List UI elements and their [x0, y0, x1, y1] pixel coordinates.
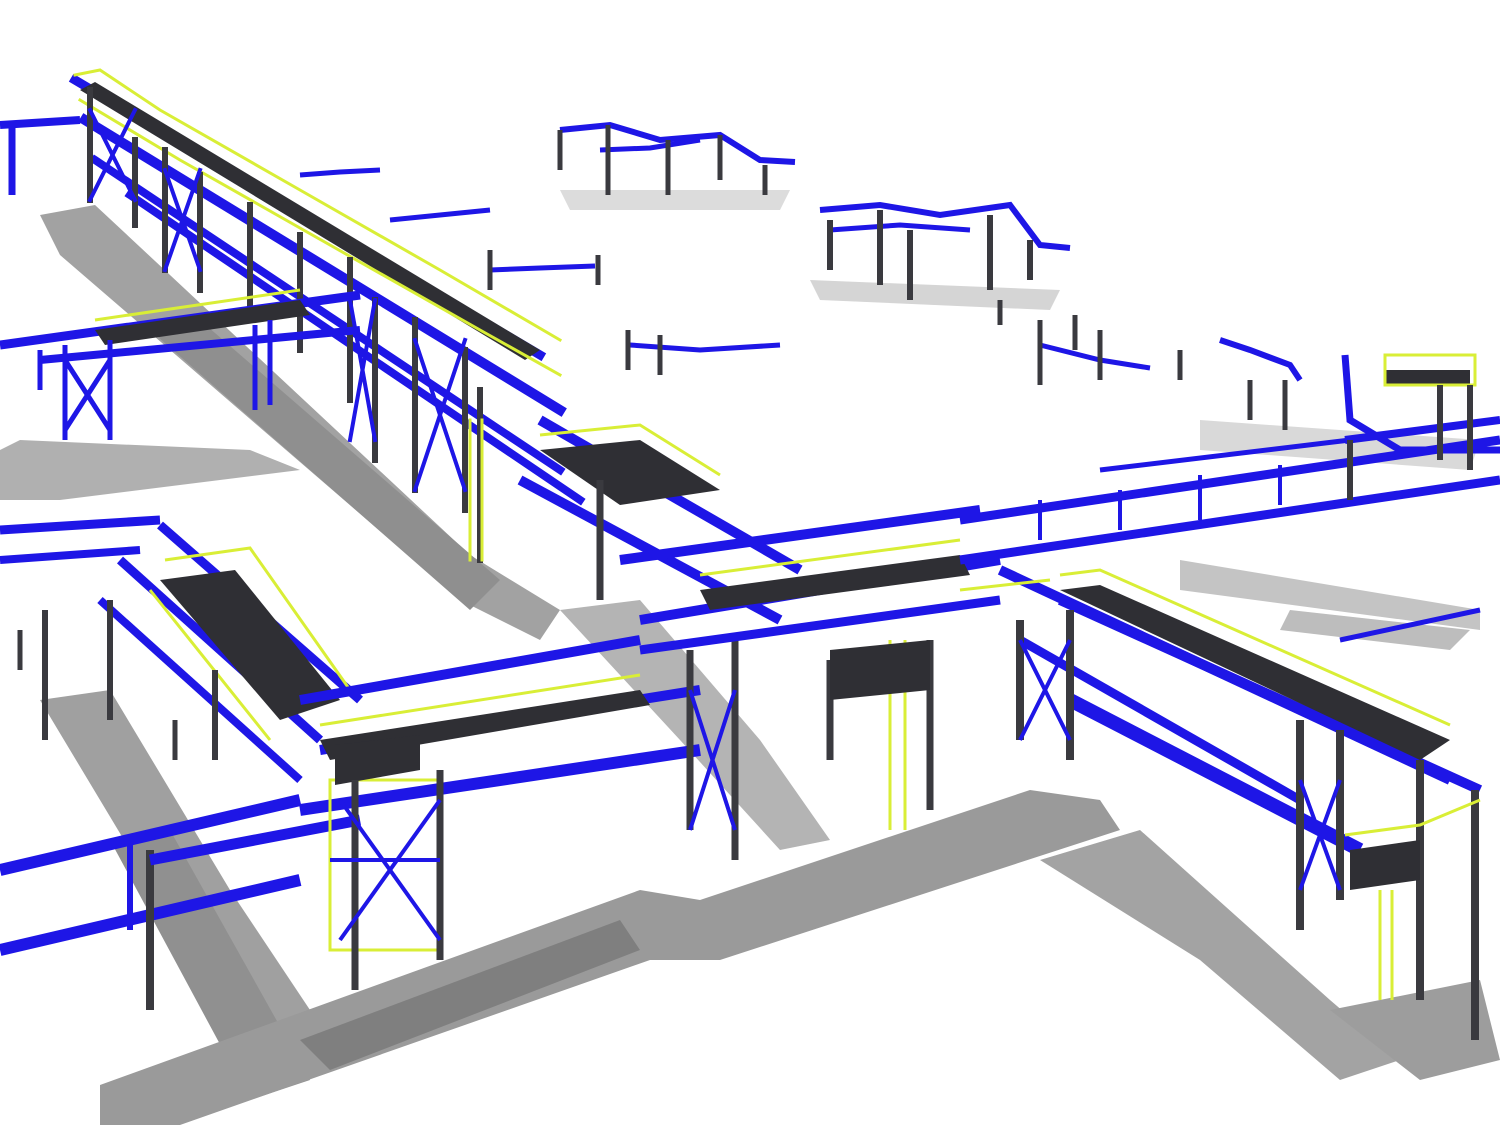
- right-lower-platform-rail: [1344, 798, 1481, 837]
- shadow-top-structure: [560, 190, 790, 210]
- floating-posts: [487, 250, 1288, 430]
- floating-rack-4: [629, 342, 781, 353]
- lower-left-beam-2: [0, 546, 141, 564]
- shadow-bottom-right: [1040, 830, 1400, 1080]
- left-cross-branch: [0, 116, 361, 440]
- top-frame-b: [599, 137, 701, 153]
- hub-cross-beam: [619, 505, 981, 565]
- structural-model-viewport: [0, 0, 1500, 1125]
- left-branch-beam-top: [0, 116, 81, 129]
- lower-center-beam-top: [299, 635, 641, 705]
- floating-rack-2: [489, 263, 596, 273]
- upper-right-frame-b: [829, 222, 971, 233]
- pipe-rack-3d-model: [0, 68, 1500, 1125]
- floating-rack-1: [389, 207, 491, 223]
- floating-rack-3: [299, 167, 381, 178]
- shadow-top-structure-2: [810, 280, 1060, 310]
- hub-platform-deck: [830, 640, 930, 700]
- lower-left-beam-1: [0, 515, 161, 535]
- top-frame-columns: [557, 125, 768, 195]
- shadow-left-branch: [0, 440, 300, 500]
- hub-walkway: [700, 555, 970, 610]
- floating-rack-6: [1219, 337, 1303, 382]
- right-tower-deck: [1385, 370, 1470, 385]
- right-elevated-tower: [1341, 353, 1500, 500]
- floating-rack-5: [1039, 342, 1151, 371]
- right-lower-ladder: [1378, 890, 1394, 1000]
